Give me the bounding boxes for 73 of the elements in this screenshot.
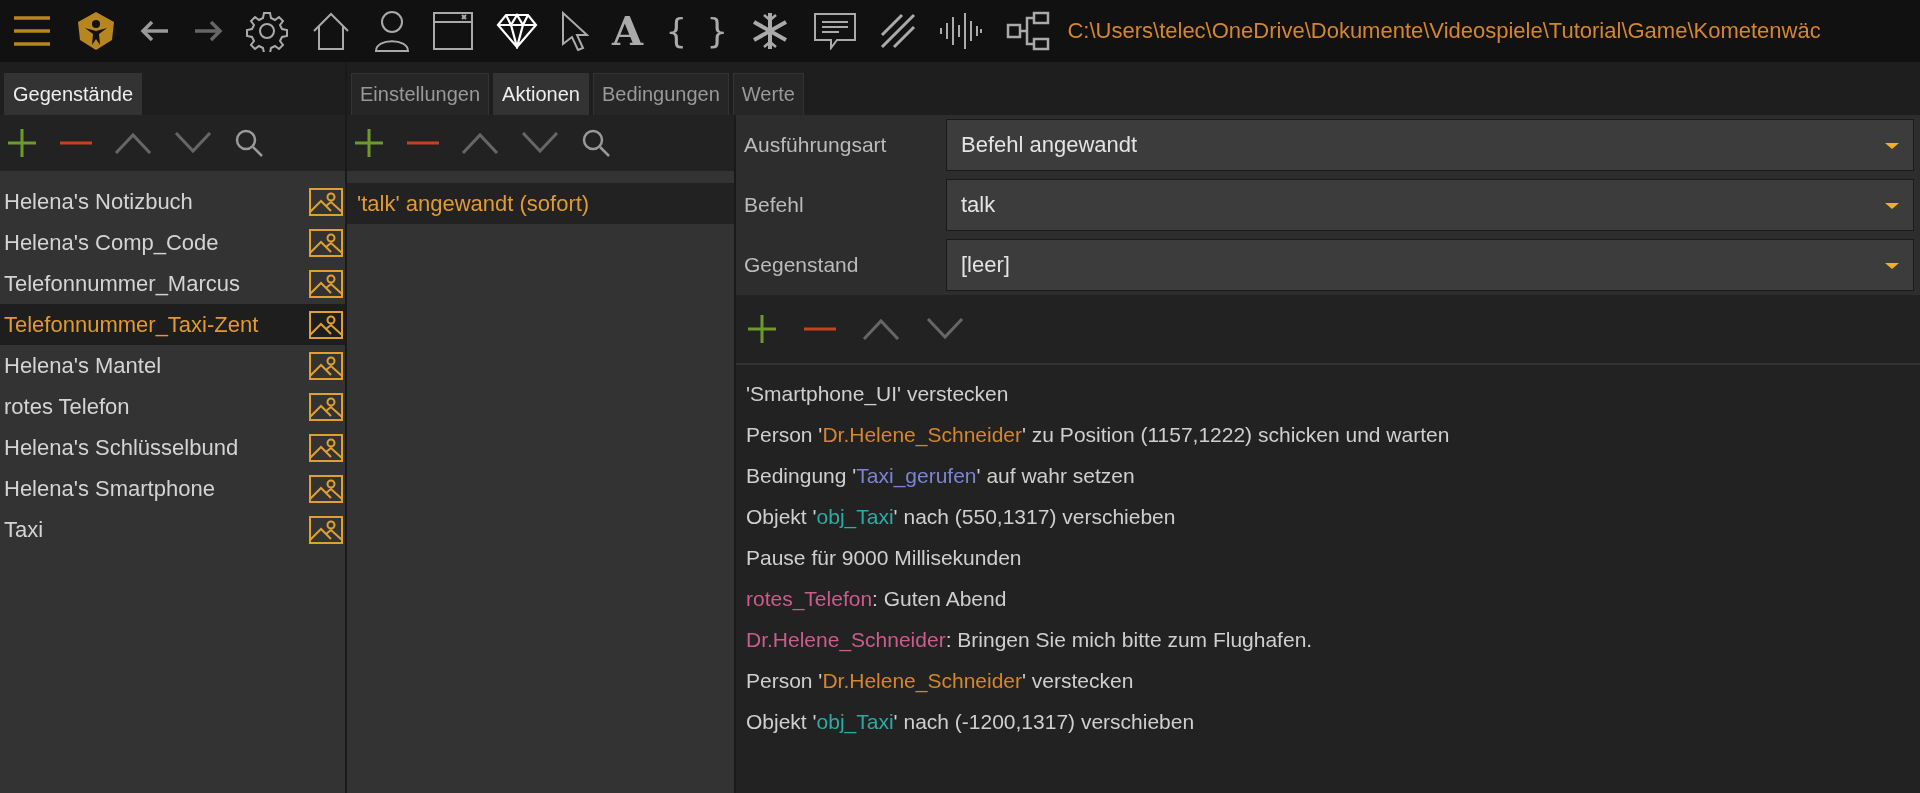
add-icon[interactable]	[6, 127, 38, 159]
forward-arrow-icon[interactable]	[193, 20, 223, 42]
panel-tab[interactable]: Aktionen	[493, 73, 589, 115]
hierarchy-icon[interactable]	[1006, 11, 1051, 51]
back-arrow-icon[interactable]	[140, 20, 170, 42]
remove-icon[interactable]	[407, 140, 439, 146]
caret-icon[interactable]	[1885, 201, 1899, 209]
panel-tab[interactable]: Bedingungen	[592, 73, 729, 115]
settings-icon[interactable]	[246, 10, 288, 52]
item-row[interactable]: Helena's Smartphone	[0, 468, 345, 509]
stripes-icon[interactable]	[880, 13, 917, 49]
script-line[interactable]: Pause für 9000 Millisekunden	[746, 537, 1910, 578]
dropdown-field[interactable]: Befehl angewandt	[946, 119, 1914, 171]
window-icon[interactable]	[433, 12, 473, 50]
field-label: Befehl	[744, 193, 805, 217]
item-row[interactable]: Helena's Comp_Code	[0, 222, 345, 263]
script-line[interactable]: Objekt 'obj_Taxi' nach (550,1317) verschieben	[746, 496, 1910, 537]
image-icon[interactable]	[309, 474, 343, 503]
image-icon[interactable]	[309, 351, 343, 380]
search-icon[interactable]	[581, 128, 611, 158]
move-down-icon[interactable]	[926, 318, 964, 340]
waveform-icon[interactable]	[939, 11, 984, 51]
add-icon[interactable]	[746, 313, 778, 345]
item-row[interactable]: Telefonnummer_Taxi-Zent	[0, 304, 345, 345]
move-up-icon[interactable]	[862, 318, 900, 340]
move-up-icon[interactable]	[461, 132, 499, 154]
field-label: Gegenstand	[744, 253, 860, 277]
image-icon[interactable]	[309, 187, 343, 216]
caret-icon[interactable]	[1885, 261, 1899, 269]
image-icon[interactable]	[309, 515, 343, 544]
image-icon[interactable]	[309, 228, 343, 257]
image-icon[interactable]	[309, 433, 343, 462]
action-item[interactable]: 'talk' angewandt (sofort)	[347, 183, 734, 224]
move-up-icon[interactable]	[114, 132, 152, 154]
project-path: C:\Users\telec\OneDrive\Dokumente\Videospiele\Tutorial\Game\Kometenwäc	[1067, 18, 1821, 44]
remove-icon[interactable]	[60, 140, 92, 146]
dropdown-field[interactable]: talk	[946, 179, 1914, 231]
item-row[interactable]: Helena's Notizbuch	[0, 181, 345, 222]
item-row[interactable]: rotes Telefon	[0, 386, 345, 427]
remove-icon[interactable]	[804, 326, 836, 332]
person-icon[interactable]	[374, 10, 410, 52]
dropdown-field[interactable]: [leer]	[946, 239, 1914, 291]
script-line[interactable]: Person 'Dr.Helene_Schneider' zu Position (1157,1222) schicken und warten	[746, 414, 1910, 455]
script-line[interactable]: Dr.Helene_Schneider: Bringen Sie mich bitte zum Flughafen.	[746, 619, 1910, 660]
diamond-icon[interactable]	[496, 13, 538, 49]
image-icon[interactable]	[309, 310, 343, 339]
panel-tab[interactable]: Einstellungen	[351, 73, 490, 115]
cursor-icon[interactable]	[561, 11, 589, 51]
image-icon[interactable]	[309, 269, 343, 298]
script-line[interactable]: Person 'Dr.Helene_Schneider' verstecken	[746, 660, 1910, 701]
panel-tab[interactable]: Werte	[732, 73, 804, 115]
panel-tab[interactable]: Gegenstände	[4, 73, 143, 115]
home-icon[interactable]	[311, 11, 351, 51]
item-row[interactable]: Taxi	[0, 509, 345, 550]
search-icon[interactable]	[234, 128, 264, 158]
caret-icon[interactable]	[1885, 141, 1899, 149]
add-icon[interactable]	[353, 127, 385, 159]
item-row[interactable]: Helena's Schlüsselbund	[0, 427, 345, 468]
move-down-icon[interactable]	[521, 132, 559, 154]
move-down-icon[interactable]	[174, 132, 212, 154]
field-label: Ausführungsart	[744, 133, 888, 157]
item-row[interactable]: Helena's Mantel	[0, 345, 345, 386]
code-tool-icon[interactable]: { }	[666, 14, 728, 48]
image-icon[interactable]	[309, 392, 343, 421]
text-tool-icon[interactable]: A	[612, 11, 644, 51]
script-line[interactable]: rotes_Telefon: Guten Abend	[746, 578, 1910, 619]
item-row[interactable]: Telefonnummer_Marcus	[0, 263, 345, 304]
script-line[interactable]: 'Smartphone_UI' verstecken	[746, 373, 1910, 414]
logo-icon[interactable]	[75, 10, 117, 52]
script-line[interactable]: Bedingung 'Taxi_gerufen' auf wahr setzen	[746, 455, 1910, 496]
speech-bubble-icon[interactable]	[813, 12, 858, 50]
script-line[interactable]: Objekt 'obj_Taxi' nach (-1200,1317) verschieben	[746, 701, 1910, 742]
menu-icon[interactable]	[12, 14, 52, 48]
